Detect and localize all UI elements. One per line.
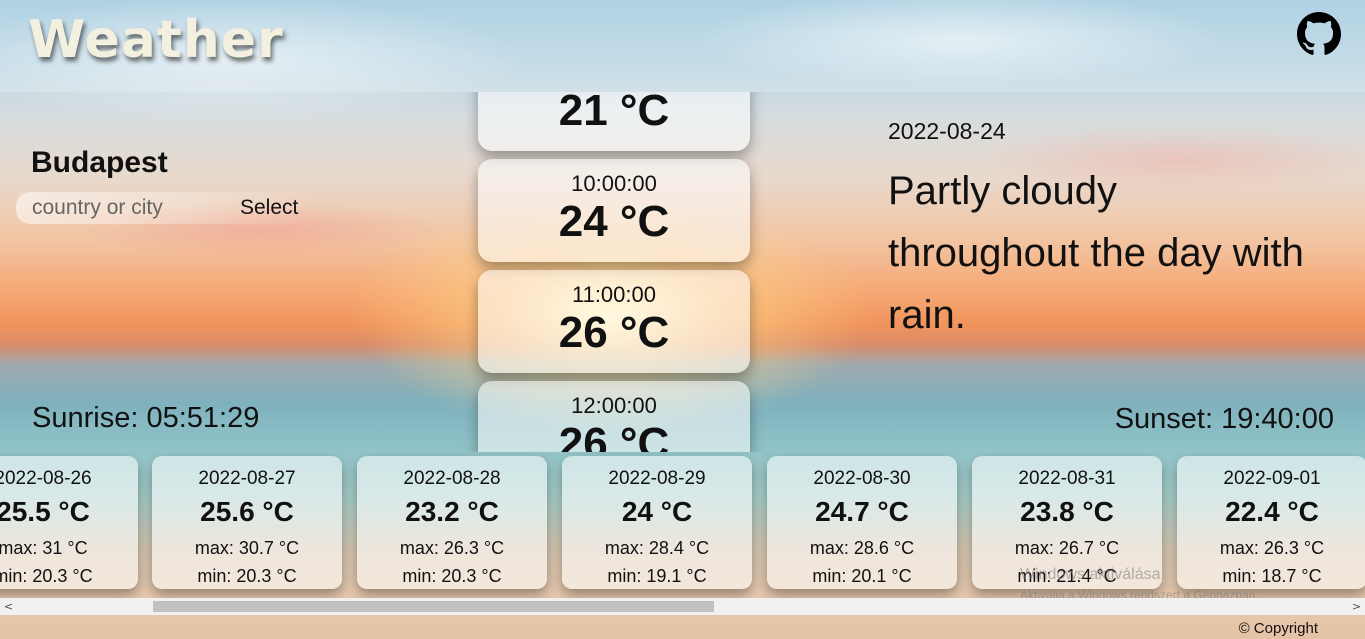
day-average-temp: 24 °C [621, 496, 693, 527]
day-date: 2022-08-31 [1018, 468, 1116, 489]
day-date: 2022-08-26 [0, 468, 92, 489]
day-date: 2022-09-01 [1223, 468, 1321, 489]
day-average-temp: 25.6 °C [200, 496, 294, 527]
hourly-forecast-list[interactable]: 21 °C 10:00:00 24 °C 11:00:00 26 °C 12:0… [458, 92, 770, 452]
hour-card[interactable]: 12:00:00 26 °C [478, 381, 750, 452]
sunset-time: Sunset: 19:40:00 [1114, 403, 1334, 435]
watermark-title: Windows aktiválása [1020, 566, 1161, 583]
windows-activation-watermark: Windows aktiválása Aktiválja a Windows r… [1020, 566, 1259, 602]
search-bar: Select [16, 192, 316, 224]
hour-card[interactable]: 11:00:00 26 °C [478, 270, 750, 373]
hour-time: 10:00:00 [571, 171, 657, 196]
day-average-temp: 24.7 °C [815, 496, 909, 527]
day-max-temp: max: 26.3 °C [1219, 538, 1325, 558]
scrollbar-thumb[interactable] [153, 601, 714, 612]
day-average-temp: 22.4 °C [1225, 496, 1319, 527]
day-min-temp: min: 20.3 °C [0, 566, 93, 586]
city-name: Budapest [31, 146, 168, 179]
hour-temperature: 26 °C [558, 308, 670, 357]
day-min-temp: min: 20.1 °C [812, 566, 912, 586]
app-title: Weather [28, 10, 284, 70]
horizontal-scrollbar[interactable]: < > [0, 598, 1365, 615]
day-average-temp: 23.8 °C [1020, 496, 1114, 527]
hour-card[interactable]: 10:00:00 24 °C [478, 159, 750, 262]
day-date: 2022-08-27 [198, 468, 296, 489]
day-date: 2022-08-29 [608, 468, 706, 489]
search-input[interactable] [16, 192, 226, 224]
hour-temperature: 24 °C [558, 197, 670, 246]
select-button[interactable]: Select [240, 192, 320, 224]
day-max-temp: max: 31 °C [0, 538, 88, 558]
day-card[interactable]: 2022-08-27 25.6 °C max: 30.7 °C min: 20.… [152, 456, 342, 589]
day-max-temp: max: 28.6 °C [809, 538, 915, 558]
github-icon[interactable] [1297, 12, 1341, 56]
day-max-temp: max: 26.7 °C [1014, 538, 1120, 558]
hour-temperature: 26 °C [558, 419, 670, 452]
day-min-temp: min: 20.3 °C [197, 566, 297, 586]
hour-card[interactable]: 21 °C [478, 92, 750, 151]
day-average-temp: 25.5 °C [0, 496, 90, 527]
hour-temperature: 21 °C [558, 92, 670, 135]
header-bar: Weather [0, 0, 1365, 92]
selected-date: 2022-08-24 [888, 118, 1006, 144]
day-min-temp: min: 19.1 °C [607, 566, 707, 586]
day-max-temp: max: 30.7 °C [194, 538, 300, 558]
day-max-temp: max: 26.3 °C [399, 538, 505, 558]
day-min-temp: min: 20.3 °C [402, 566, 502, 586]
day-date: 2022-08-30 [813, 468, 911, 489]
day-average-temp: 23.2 °C [405, 496, 499, 527]
scroll-right-arrow[interactable]: > [1348, 598, 1365, 615]
scroll-left-arrow[interactable]: < [0, 598, 17, 615]
day-max-temp: max: 28.4 °C [604, 538, 710, 558]
day-card[interactable]: 2022-08-30 24.7 °C max: 28.6 °C min: 20.… [767, 456, 957, 589]
day-card[interactable]: 2022-08-26 25.5 °C max: 31 °C min: 20.3 … [0, 456, 138, 589]
weather-description: Partly cloudy throughout the day with ra… [888, 169, 1304, 337]
sunrise-time: Sunrise: 05:51:29 [32, 402, 260, 434]
day-date: 2022-08-28 [403, 468, 501, 489]
copyright-text: © Copyright [1238, 620, 1318, 637]
day-card[interactable]: 2022-08-29 24 °C max: 28.4 °C min: 19.1 … [562, 456, 752, 589]
day-card[interactable]: 2022-08-28 23.2 °C max: 26.3 °C min: 20.… [357, 456, 547, 589]
hour-time: 11:00:00 [571, 282, 656, 307]
hour-time: 12:00:00 [571, 393, 657, 418]
